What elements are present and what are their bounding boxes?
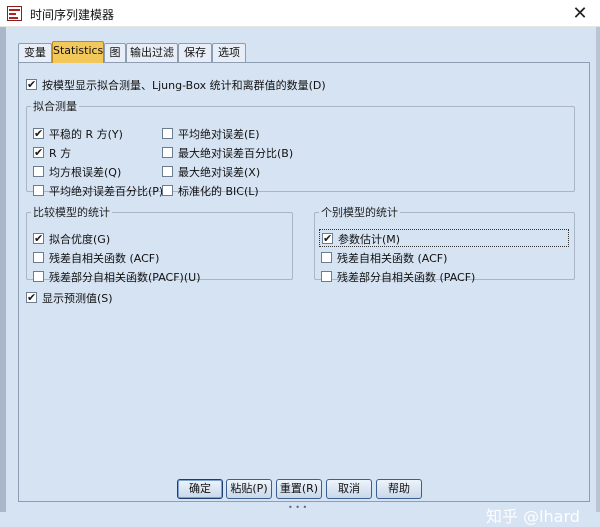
tab-variables[interactable]: 变量: [18, 43, 52, 63]
checkbox-label: 最大绝对误差(X): [178, 166, 261, 179]
checkbox-label: 按模型显示拟合测量、Ljung-Box 统计和离群值的数量(D): [42, 79, 326, 92]
checkbox-box: [33, 270, 44, 282]
checkbox-label: 参数估计(M): [338, 233, 401, 246]
checkbox-label: R 方: [49, 147, 72, 160]
stationary-r-squared-checkbox[interactable]: ✔ 平稳的 R 方(Y): [33, 126, 123, 142]
check-icon: ✔: [33, 126, 44, 140]
group-legend: 拟合测量: [33, 100, 77, 113]
fit-measures-group: 拟合测量 ✔ 平稳的 R 方(Y) ✔ R 方 均方根误差(Q) 平均绝对误差百分比…: [26, 98, 575, 198]
checkbox-box: [162, 165, 173, 177]
cancel-button[interactable]: 取消: [326, 479, 372, 499]
checkbox-label: 残差自相关函数 (ACF): [49, 252, 160, 265]
app-icon: [7, 6, 22, 21]
normalized-bic-checkbox[interactable]: 标准化的 BIC(L): [162, 183, 259, 199]
watermark: 知乎 @lhard: [486, 507, 580, 526]
checkbox-label: 平稳的 R 方(Y): [49, 128, 123, 141]
parameter-estimates-checkbox[interactable]: ✔ 参数估计(M): [319, 229, 569, 247]
tab-label: 变量: [24, 46, 46, 59]
help-button[interactable]: 帮助: [376, 479, 422, 499]
tab-label: 输出过滤: [130, 46, 174, 59]
checkbox-box: [33, 251, 44, 263]
check-icon: ✔: [33, 231, 44, 245]
tab-options[interactable]: 选项: [212, 43, 246, 63]
tab-label: 图: [109, 46, 121, 59]
group-legend: 比较模型的统计: [33, 206, 110, 219]
checkbox-label: 均方根误差(Q): [49, 166, 122, 179]
mape-checkbox[interactable]: 平均绝对误差百分比(P): [33, 183, 163, 199]
compare-residual-acf-checkbox[interactable]: 残差自相关函数 (ACF): [33, 250, 159, 266]
tab-label: 保存: [184, 46, 206, 59]
checkbox-box: [162, 184, 173, 196]
tab-statistics[interactable]: Statistics: [52, 41, 104, 63]
display-fit-measures-checkbox[interactable]: ✔ 按模型显示拟合测量、Ljung-Box 统计和离群值的数量(D): [26, 77, 326, 93]
rmse-checkbox[interactable]: 均方根误差(Q): [33, 164, 121, 180]
goodness-of-fit-checkbox[interactable]: ✔ 拟合优度(G): [33, 231, 110, 247]
statistics-panel: ✔ 按模型显示拟合测量、Ljung-Box 统计和离群值的数量(D) 拟合测量 ✔…: [18, 62, 590, 502]
checkbox-label: 标准化的 BIC(L): [178, 185, 259, 198]
check-icon: ✔: [26, 290, 37, 304]
checkbox-box: [321, 251, 332, 263]
checkbox-label: 最大绝对误差百分比(B): [178, 147, 294, 160]
paste-button[interactable]: 粘贴(P): [226, 479, 272, 499]
individual-residual-acf-checkbox[interactable]: 残差自相关函数 (ACF): [321, 250, 447, 266]
right-edge: [596, 27, 600, 512]
title-bar: 时间序列建模器 ✕: [0, 0, 600, 27]
checkbox-label: 拟合优度(G): [49, 233, 111, 246]
checkbox-label: 残差自相关函数 (ACF): [337, 252, 448, 265]
maxape-checkbox[interactable]: 最大绝对误差百分比(B): [162, 145, 293, 161]
checkbox-box: [321, 270, 332, 282]
checkbox-box: [162, 127, 173, 139]
checkbox-label: 平均绝对误差百分比(P): [49, 185, 164, 198]
checkbox-label: 残差部分自相关函数(PACF)(U): [49, 271, 201, 284]
compare-models-group: 比较模型的统计 ✔ 拟合优度(G) 残差自相关函数 (ACF) 残差部分自相关函数…: [26, 204, 293, 284]
check-icon: ✔: [33, 145, 44, 159]
close-button[interactable]: ✕: [560, 0, 600, 27]
ok-button[interactable]: 确定: [177, 479, 223, 499]
tab-save[interactable]: 保存: [178, 43, 212, 63]
reset-button[interactable]: 重置(R): [276, 479, 322, 499]
tab-plots[interactable]: 图: [104, 43, 126, 63]
display-forecasts-checkbox[interactable]: ✔ 显示预测值(S): [26, 290, 113, 306]
checkbox-label: 残差部分自相关函数 (PACF): [337, 271, 476, 284]
dialog-body: 变量 Statistics 图 输出过滤 保存 选项 ✔ 按模型显示拟合测量、Lj…: [6, 27, 596, 526]
individual-models-group: 个别模型的统计 ✔ 参数估计(M) 残差自相关函数 (ACF) 残差部分自相关函数…: [314, 204, 575, 284]
checkbox-box: [33, 165, 44, 177]
compare-residual-pacf-checkbox[interactable]: 残差部分自相关函数(PACF)(U): [33, 269, 201, 285]
maxae-checkbox[interactable]: 最大绝对误差(X): [162, 164, 260, 180]
check-icon: ✔: [322, 231, 333, 245]
tab-output-filter[interactable]: 输出过滤: [126, 43, 178, 63]
tab-label: 选项: [218, 46, 240, 59]
mae-checkbox[interactable]: 平均绝对误差(E): [162, 126, 260, 142]
window-title: 时间序列建模器: [30, 8, 115, 22]
checkbox-label: 显示预测值(S): [42, 292, 113, 305]
checkbox-box: [33, 184, 44, 196]
checkbox-box: [162, 146, 173, 158]
individual-residual-pacf-checkbox[interactable]: 残差部分自相关函数 (PACF): [321, 269, 475, 285]
resize-grip-icon[interactable]: • • •: [288, 504, 312, 512]
check-icon: ✔: [26, 77, 37, 91]
group-legend: 个别模型的统计: [321, 206, 398, 219]
tab-label: Statistics: [53, 44, 104, 57]
checkbox-label: 平均绝对误差(E): [178, 128, 260, 141]
r-squared-checkbox[interactable]: ✔ R 方: [33, 145, 71, 161]
close-icon: ✕: [572, 3, 588, 24]
